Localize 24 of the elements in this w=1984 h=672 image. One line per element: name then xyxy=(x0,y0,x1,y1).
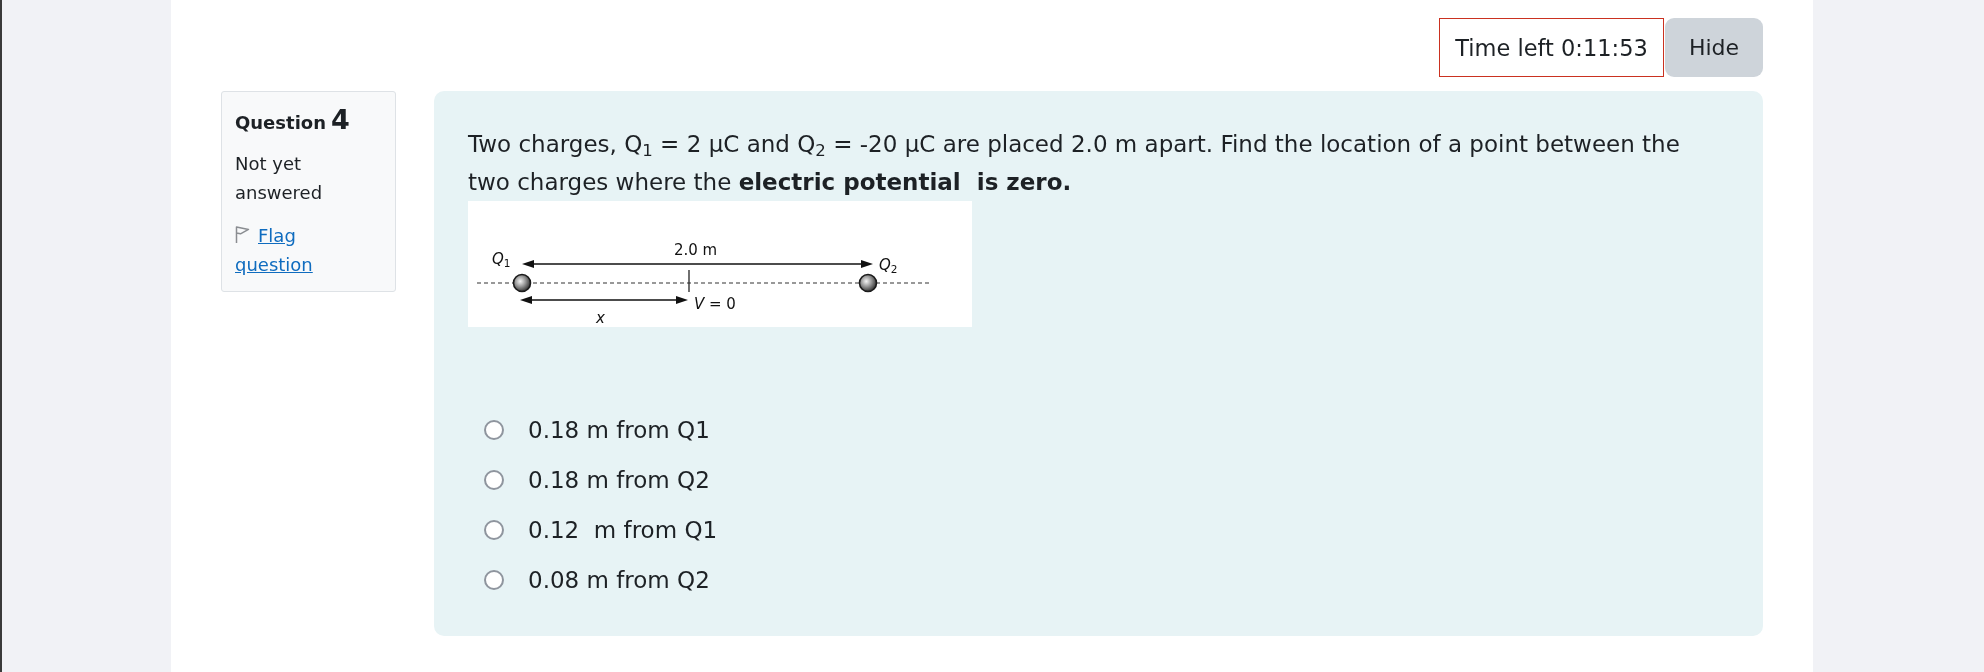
radio-button[interactable] xyxy=(484,520,504,540)
question-label: Question xyxy=(235,111,326,135)
hide-button[interactable]: Hide xyxy=(1665,18,1763,77)
radio-button[interactable] xyxy=(484,570,504,590)
midpoint-tick xyxy=(688,269,690,293)
option-label[interactable]: 0.08 m from Q2 xyxy=(528,567,710,593)
option-label[interactable]: 0.18 m from Q1 xyxy=(528,417,710,443)
charge-label: Q$_{2}$ xyxy=(879,256,898,274)
radio-button[interactable] xyxy=(484,470,504,490)
charge-label: Q$_{1}$ xyxy=(492,250,511,268)
radio-button[interactable] xyxy=(484,420,504,440)
charge-ball xyxy=(858,273,878,293)
option-label[interactable]: 0.18 m from Q2 xyxy=(528,467,710,493)
flag-question-link[interactable]: Flag question xyxy=(235,221,375,279)
timer-display: Time left 0:11:53 xyxy=(1439,18,1664,77)
flag-icon[interactable] xyxy=(235,226,250,243)
x-label: x xyxy=(596,309,605,327)
charge-ball xyxy=(512,273,532,293)
question-number: 4 xyxy=(331,104,350,136)
distance-label: 2.0 m xyxy=(674,241,718,259)
question-text: Two charges, Q$_{1}$ = 2 μC and Q$_{2}$ = -20 μC are placed 2.0 m apart. Find the location of a point between the two charges where the electric potential is zero. xyxy=(468,130,1681,197)
option-label[interactable]: 0.12 m from Q1 xyxy=(528,517,718,543)
potential-label: V = 0 xyxy=(694,295,736,313)
answer-status: Not yet answered xyxy=(235,152,324,205)
